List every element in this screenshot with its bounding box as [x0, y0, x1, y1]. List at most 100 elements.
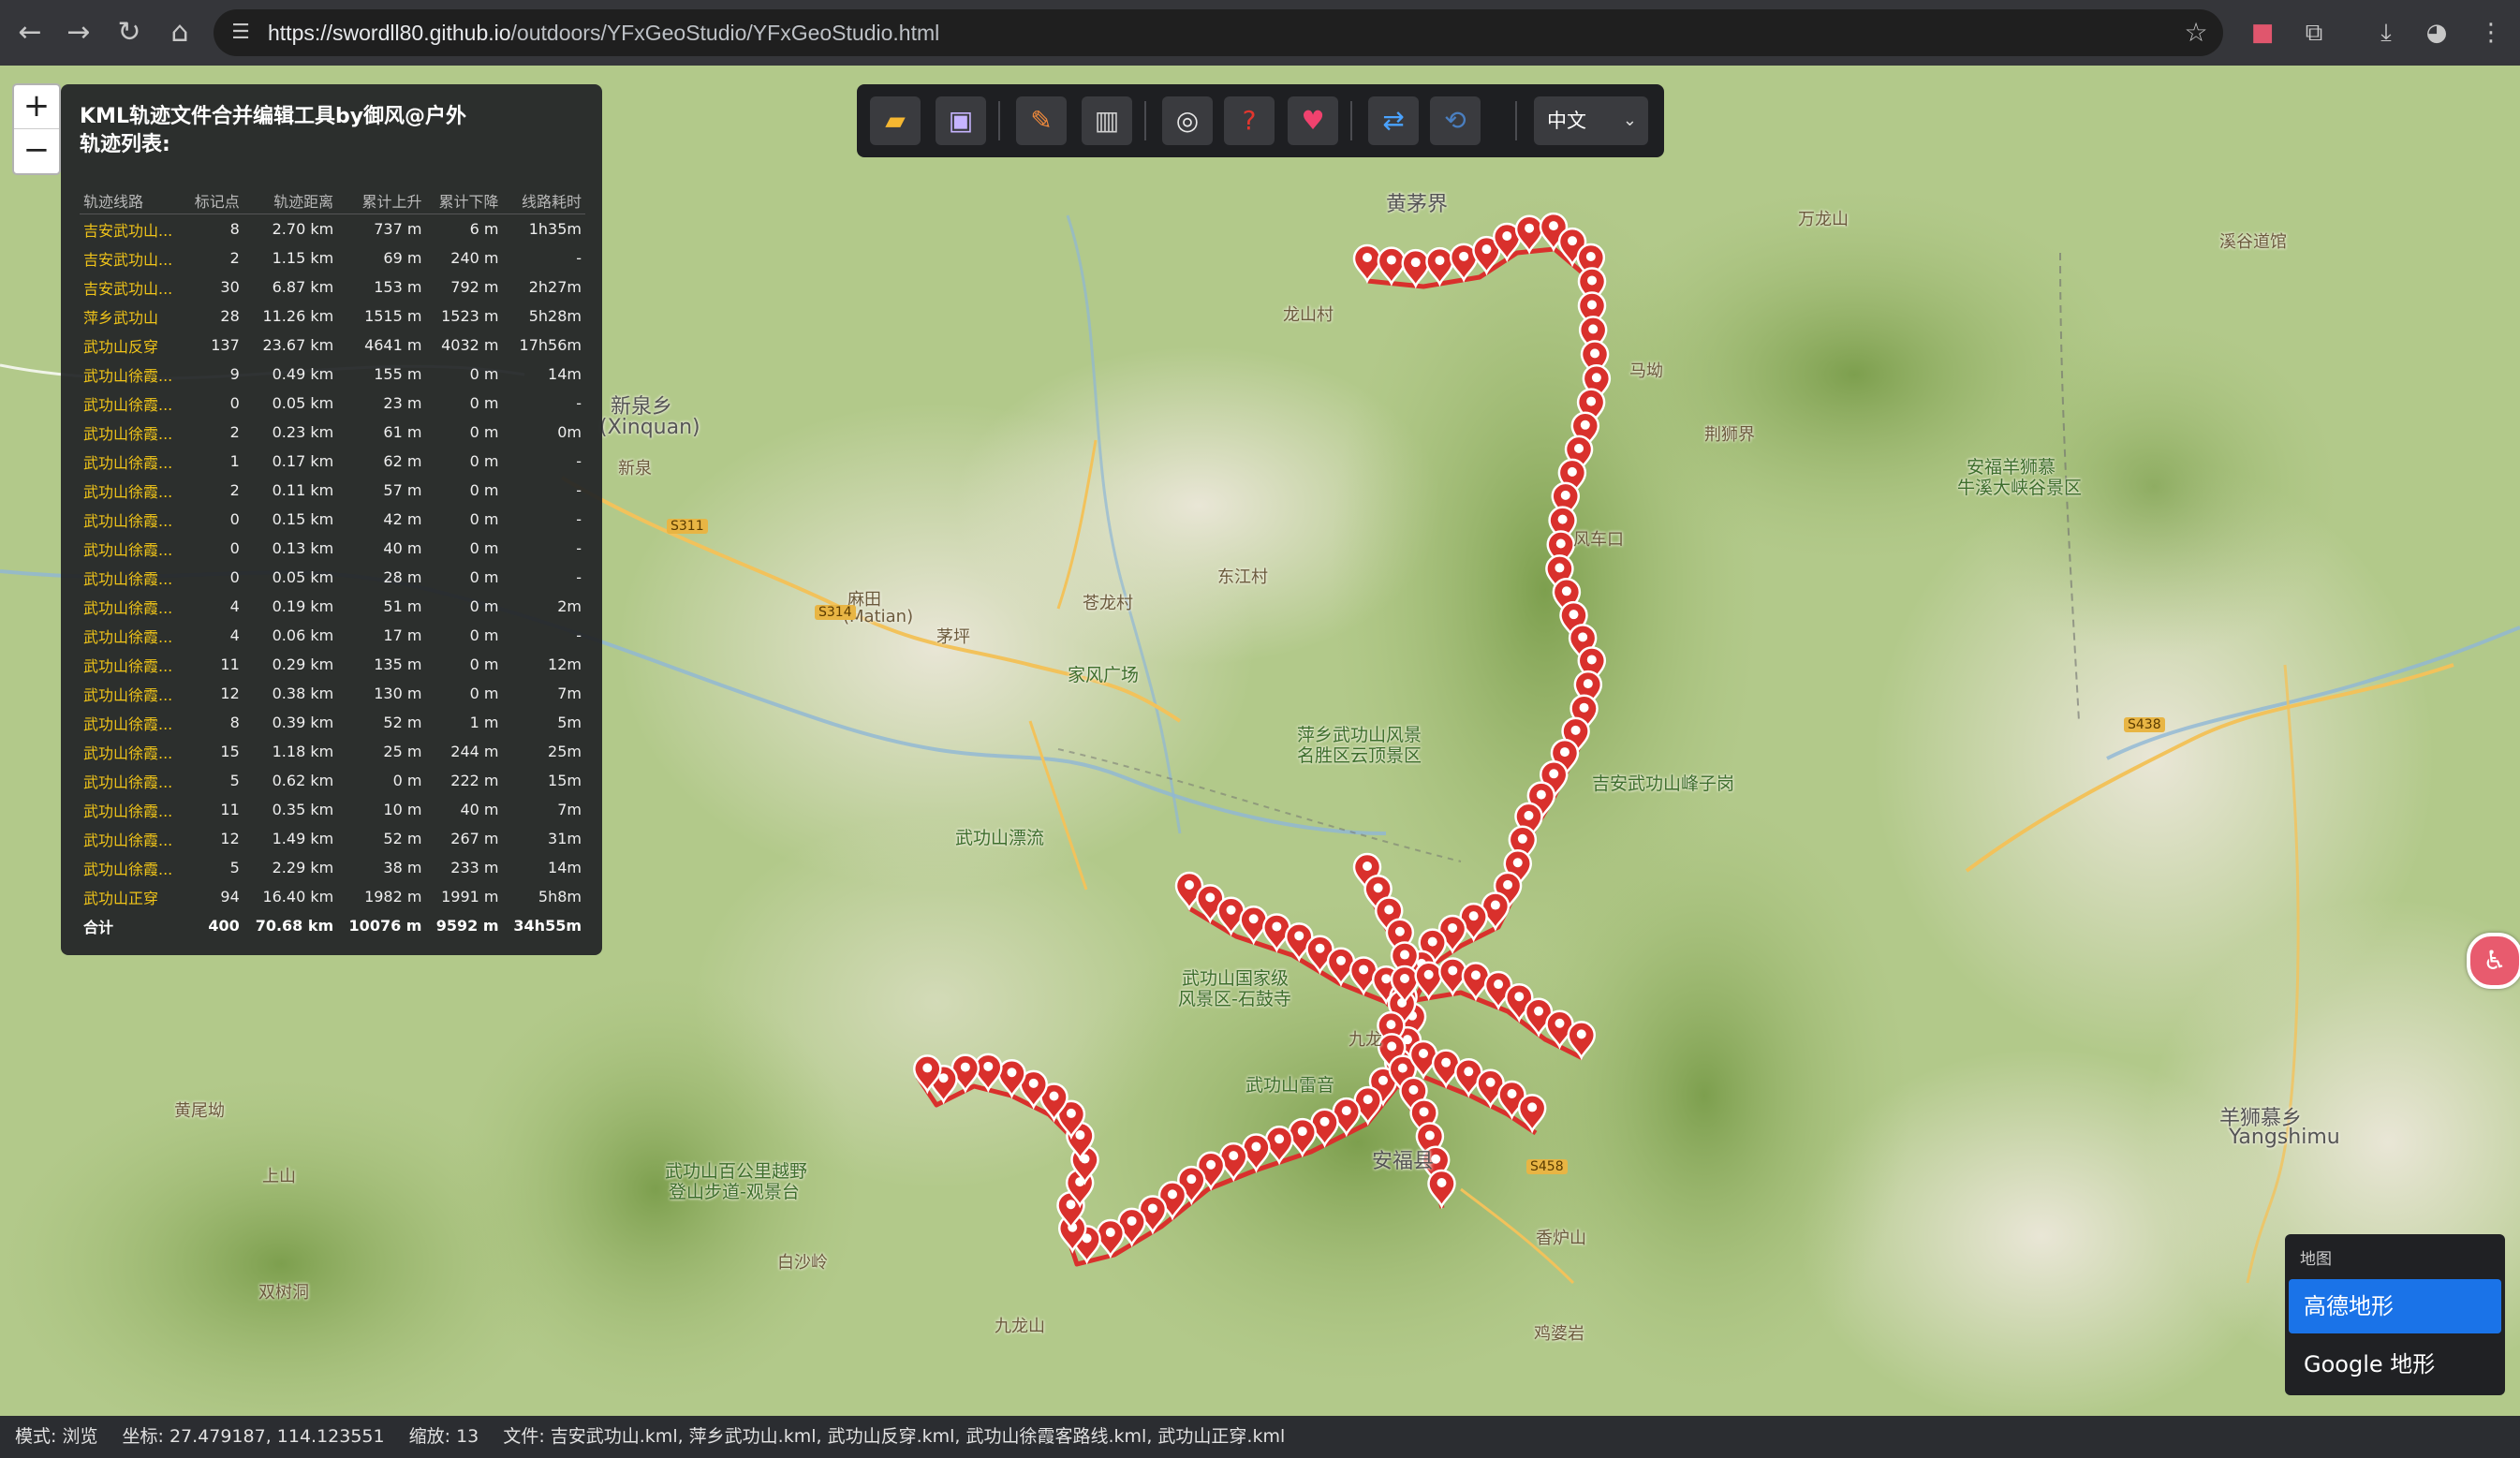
- chevron-down-icon: ⌄: [1622, 110, 1637, 130]
- track-row[interactable]: 武功山徐霞... 4 0.06 km 17 m 0 m -: [80, 621, 585, 650]
- track-stat: 14m: [548, 365, 582, 383]
- extensions-puzzle-icon[interactable]: ⧉: [2297, 16, 2331, 50]
- back-icon[interactable]: ←: [11, 14, 49, 52]
- track-stat: 17h56m: [519, 336, 582, 354]
- track-name[interactable]: 武功山徐霞...: [80, 505, 185, 534]
- track-stat: 9: [229, 365, 240, 383]
- download-icon[interactable]: ⤓: [2369, 16, 2403, 50]
- extension-translate-icon[interactable]: ■: [2246, 16, 2279, 50]
- track-name[interactable]: 武功山反穿: [80, 331, 185, 360]
- track-name[interactable]: 武功山徐霞...: [80, 621, 185, 650]
- address-bar[interactable]: ☰ https://swordll80.github.io/outdoors/Y…: [214, 9, 2223, 56]
- track-name[interactable]: 武功山徐霞...: [80, 418, 185, 447]
- track-row[interactable]: 吉安武功山... 30 6.87 km 153 m 792 m 2h27m: [80, 272, 585, 302]
- accessibility-floating-icon[interactable]: ♿: [2467, 933, 2520, 989]
- track-row[interactable]: 武功山徐霞... 5 0.62 km 0 m 222 m 15m: [80, 766, 585, 795]
- zoom-in-button[interactable]: +: [14, 85, 59, 129]
- column-header[interactable]: 轨迹线路: [80, 187, 186, 214]
- track-row[interactable]: 萍乡武功山 28 11.26 km 1515 m 1523 m 5h28m: [80, 302, 585, 331]
- track-name[interactable]: 武功山徐霞...: [80, 650, 185, 679]
- column-header[interactable]: 线路耗时: [502, 187, 585, 214]
- track-row[interactable]: 武功山徐霞... 12 1.49 km 52 m 267 m 31m: [80, 824, 585, 853]
- track-row[interactable]: 武功山徐霞... 4 0.19 km 51 m 0 m 2m: [80, 592, 585, 621]
- track-stat: 23 m: [383, 394, 422, 412]
- clear-icon[interactable]: ⟲: [1430, 96, 1481, 145]
- track-name[interactable]: 武功山徐霞...: [80, 795, 185, 824]
- track-name[interactable]: 武功山徐霞...: [80, 708, 185, 737]
- map-label: 新泉: [618, 459, 652, 479]
- track-row[interactable]: 武功山徐霞... 1 0.17 km 62 m 0 m -: [80, 447, 585, 476]
- track-name[interactable]: 吉安武功山...: [80, 272, 185, 302]
- track-stat: 0.38 km: [272, 685, 334, 702]
- save-icon[interactable]: ▣: [936, 96, 986, 145]
- track-row[interactable]: 武功山反穿 137 23.67 km 4641 m 4032 m 17h56m: [80, 331, 585, 360]
- track-stat: 12m: [548, 655, 582, 673]
- track-stat: 70.68 km: [255, 917, 334, 935]
- track-row[interactable]: 武功山徐霞... 0 0.05 km 23 m 0 m -: [80, 389, 585, 418]
- column-header[interactable]: 累计上升: [337, 187, 426, 214]
- track-name[interactable]: 武功山徐霞...: [80, 737, 185, 766]
- open-folder-icon[interactable]: ▰: [870, 96, 921, 145]
- target-icon[interactable]: ◎: [1162, 96, 1213, 145]
- heart-icon[interactable]: ♥: [1288, 96, 1338, 145]
- forward-icon[interactable]: →: [60, 14, 97, 52]
- swap-icon[interactable]: ⇄: [1368, 96, 1419, 145]
- column-header[interactable]: 轨迹距离: [243, 187, 338, 214]
- track-name[interactable]: 萍乡武功山: [80, 302, 185, 331]
- track-name[interactable]: 吉安武功山...: [80, 214, 185, 244]
- basemap-option-amap-terrain[interactable]: 高德地形: [2289, 1279, 2501, 1333]
- track-name[interactable]: 武功山徐霞...: [80, 563, 185, 592]
- track-row[interactable]: 武功山徐霞... 5 2.29 km 38 m 233 m 14m: [80, 853, 585, 882]
- track-stat: 0.62 km: [272, 772, 334, 789]
- track-name[interactable]: 武功山徐霞...: [80, 534, 185, 563]
- edit-pencil-icon[interactable]: ✎: [1016, 96, 1067, 145]
- track-stat: 0.06 km: [272, 626, 334, 644]
- track-name[interactable]: 武功山徐霞...: [80, 447, 185, 476]
- track-row[interactable]: 武功山徐霞... 0 0.15 km 42 m 0 m -: [80, 505, 585, 534]
- reload-icon[interactable]: ↻: [111, 14, 148, 52]
- track-row[interactable]: 武功山徐霞... 11 0.29 km 135 m 0 m 12m: [80, 650, 585, 679]
- zoom-out-button[interactable]: −: [14, 129, 59, 172]
- track-name[interactable]: 武功山徐霞...: [80, 360, 185, 389]
- home-icon[interactable]: ⌂: [161, 14, 199, 52]
- track-name[interactable]: 武功山徐霞...: [80, 476, 185, 505]
- help-icon[interactable]: ?: [1224, 96, 1275, 145]
- track-row[interactable]: 武功山徐霞... 2 0.11 km 57 m 0 m -: [80, 476, 585, 505]
- track-row[interactable]: 武功山正穿 94 16.40 km 1982 m 1991 m 5h8m: [80, 882, 585, 911]
- track-stat: -: [576, 481, 582, 499]
- track-name[interactable]: 武功山徐霞...: [80, 853, 185, 882]
- track-row[interactable]: 武功山徐霞... 8 0.39 km 52 m 1 m 5m: [80, 708, 585, 737]
- basemap-option-google-terrain[interactable]: Google 地形: [2289, 1337, 2501, 1392]
- track-name[interactable]: 武功山徐霞...: [80, 824, 185, 853]
- column-header[interactable]: 标记点: [185, 187, 243, 214]
- menu-kebab-icon[interactable]: ⋮: [2474, 16, 2508, 50]
- column-header[interactable]: 累计下降: [425, 187, 503, 214]
- track-row[interactable]: 武功山徐霞... 9 0.49 km 155 m 0 m 14m: [80, 360, 585, 389]
- map-label: 黄尾坳: [174, 1101, 225, 1121]
- track-row[interactable]: 吉安武功山... 8 2.70 km 737 m 6 m 1h35m: [80, 214, 585, 244]
- track-row[interactable]: 武功山徐霞... 11 0.35 km 10 m 40 m 7m: [80, 795, 585, 824]
- track-row[interactable]: 武功山徐霞... 0 0.05 km 28 m 0 m -: [80, 563, 585, 592]
- track-row[interactable]: 吉安武功山... 2 1.15 km 69 m 240 m -: [80, 243, 585, 272]
- track-row[interactable]: 武功山徐霞... 12 0.38 km 130 m 0 m 7m: [80, 679, 585, 708]
- delete-trash-icon[interactable]: ▥: [1082, 96, 1132, 145]
- profile-avatar-icon[interactable]: ◕: [2420, 16, 2454, 50]
- track-name[interactable]: 武功山正穿: [80, 882, 185, 911]
- track-stat: 38 m: [383, 859, 422, 876]
- track-row[interactable]: 武功山徐霞... 2 0.23 km 61 m 0 m 0m: [80, 418, 585, 447]
- track-stat: 792 m: [450, 278, 499, 296]
- track-name[interactable]: 吉安武功山...: [80, 243, 185, 272]
- track-name[interactable]: 武功山徐霞...: [80, 389, 185, 418]
- language-select[interactable]: 中文 ⌄: [1534, 96, 1648, 145]
- map-label: 牛溪大峡谷景区: [1957, 478, 2083, 498]
- track-name[interactable]: 武功山徐霞...: [80, 679, 185, 708]
- track-row[interactable]: 武功山徐霞... 15 1.18 km 25 m 244 m 25m: [80, 737, 585, 766]
- bookmark-star-icon[interactable]: ☆: [2182, 19, 2210, 47]
- track-name[interactable]: 武功山徐霞...: [80, 592, 185, 621]
- track-name[interactable]: 武功山徐霞...: [80, 766, 185, 795]
- site-info-icon[interactable]: ☰: [227, 19, 255, 47]
- track-list-panel: KML轨迹文件合并编辑工具by御风@户外 轨迹列表: 轨迹线路 标记点 轨迹距离…: [61, 84, 602, 955]
- track-stat: 153 m: [374, 278, 422, 296]
- track-stat: 2: [229, 481, 240, 499]
- track-row[interactable]: 武功山徐霞... 0 0.13 km 40 m 0 m -: [80, 534, 585, 563]
